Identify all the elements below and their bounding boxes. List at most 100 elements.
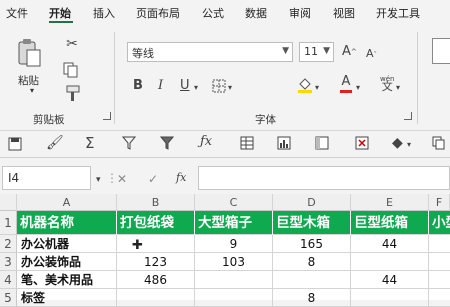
decrease-font-size-icon[interactable]: Aˇ bbox=[366, 47, 377, 62]
delete-icon[interactable] bbox=[355, 136, 369, 153]
function-icon[interactable]: ƒx bbox=[200, 135, 212, 149]
column-header-b[interactable]: B bbox=[117, 194, 195, 211]
table-cell[interactable] bbox=[429, 253, 450, 271]
fill-color-dropdown-icon[interactable]: ▾ bbox=[315, 81, 319, 95]
chevron-down-icon: ▼ bbox=[282, 46, 289, 56]
font-name-select[interactable]: 等线 ▼ bbox=[127, 42, 293, 62]
tab-view[interactable]: 视图 bbox=[333, 5, 355, 21]
font-color-dropdown-icon[interactable]: ▾ bbox=[356, 81, 360, 95]
italic-icon[interactable]: I bbox=[158, 79, 163, 93]
column-header-a[interactable]: A bbox=[17, 194, 117, 211]
tab-formulas[interactable]: 公式 bbox=[202, 5, 224, 21]
active-tab-indicator bbox=[49, 21, 73, 23]
fill-color-icon[interactable] bbox=[297, 76, 313, 97]
table-cell[interactable] bbox=[195, 271, 273, 289]
font-size-select[interactable]: 11 ▼ bbox=[299, 42, 334, 62]
autosum-icon[interactable]: Σ bbox=[85, 136, 94, 151]
table-cell[interactable] bbox=[429, 289, 450, 307]
table-cell[interactable]: 44 bbox=[351, 235, 429, 253]
alignment-icon[interactable] bbox=[432, 38, 450, 64]
column-header-f[interactable]: F bbox=[429, 194, 450, 211]
table-cell[interactable] bbox=[351, 289, 429, 307]
phonetic-dropdown-icon[interactable]: ▾ bbox=[396, 81, 400, 95]
bold-icon[interactable]: B bbox=[133, 79, 143, 93]
column-header-d[interactable]: D bbox=[273, 194, 351, 211]
table-cell[interactable]: 标签 bbox=[17, 289, 117, 307]
filter-icon[interactable] bbox=[121, 136, 137, 153]
tab-data[interactable]: 数据 bbox=[245, 5, 267, 21]
tab-page-layout[interactable]: 页面布局 bbox=[136, 5, 180, 21]
select-all-corner[interactable] bbox=[0, 194, 17, 211]
table-header-cell[interactable]: 巨型木箱 bbox=[273, 211, 351, 235]
paste-dropdown-icon[interactable]: ▾ bbox=[30, 86, 34, 95]
phonetic-guide-icon[interactable]: wén 文 bbox=[380, 75, 394, 92]
format-painter-icon[interactable] bbox=[62, 85, 82, 106]
save-icon[interactable] bbox=[8, 137, 22, 154]
name-box-value: I4 bbox=[8, 171, 20, 185]
tab-developer[interactable]: 开发工具 bbox=[376, 5, 420, 21]
name-box[interactable]: I4 bbox=[2, 166, 91, 190]
table-header-cell[interactable]: 机器名称 bbox=[17, 211, 117, 235]
paste-label[interactable]: 粘贴 bbox=[18, 73, 39, 88]
underline-dropdown-icon[interactable]: ▾ bbox=[194, 81, 198, 95]
table-cell[interactable]: 办公机器 bbox=[17, 235, 117, 253]
row-header-2[interactable]: 2 bbox=[0, 235, 17, 253]
table-header-cell[interactable]: 大型箱子 bbox=[195, 211, 273, 235]
table-cell[interactable] bbox=[429, 271, 450, 289]
table-cell[interactable] bbox=[195, 289, 273, 307]
table-cell[interactable] bbox=[117, 289, 195, 307]
tab-file[interactable]: 文件 bbox=[6, 5, 28, 21]
increase-font-size-icon[interactable]: A^ bbox=[342, 45, 357, 59]
eraser-icon[interactable]: ◆ bbox=[392, 136, 403, 150]
font-color-icon[interactable]: A bbox=[340, 75, 352, 93]
copy-icon[interactable] bbox=[62, 62, 82, 81]
eraser-dropdown-icon[interactable]: ▾ bbox=[407, 138, 411, 152]
table-cell[interactable]: 9 bbox=[195, 235, 273, 253]
brush-icon[interactable]: 🖌 bbox=[46, 136, 64, 150]
table-cell[interactable]: 笔、美术用品 bbox=[17, 271, 117, 289]
tab-review[interactable]: 审阅 bbox=[289, 5, 311, 21]
underline-icon[interactable]: U bbox=[180, 79, 190, 93]
table-cell[interactable]: 123 bbox=[117, 253, 195, 271]
cancel-icon[interactable]: ✕ bbox=[117, 172, 127, 186]
column-header-e[interactable]: E bbox=[351, 194, 429, 211]
table-cell[interactable]: 103 bbox=[195, 253, 273, 271]
font-launcher-icon[interactable] bbox=[404, 112, 412, 120]
chart-icon[interactable] bbox=[277, 136, 291, 153]
filter-funnel-icon[interactable] bbox=[159, 136, 175, 153]
table-cell[interactable]: 8 bbox=[273, 289, 351, 307]
table-cell[interactable]: 8 bbox=[273, 253, 351, 271]
pivot-icon[interactable] bbox=[315, 136, 329, 153]
paste-icon[interactable] bbox=[16, 38, 42, 68]
row-header-1[interactable]: 1 bbox=[0, 211, 17, 235]
borders-icon[interactable] bbox=[212, 79, 226, 96]
name-box-dropdown-icon[interactable]: ▾ bbox=[96, 173, 101, 187]
worksheet-grid: A B C D E F 1 2 3 4 5 机器名称 打包纸袋 大型箱子 巨型木… bbox=[0, 194, 450, 307]
table-header-cell[interactable]: 小型 bbox=[429, 211, 450, 235]
table-cell[interactable]: 486 bbox=[117, 271, 195, 289]
table-cell[interactable] bbox=[351, 253, 429, 271]
table-cell[interactable] bbox=[117, 235, 195, 253]
cut-icon[interactable]: ✂ bbox=[64, 37, 80, 51]
table-cell[interactable]: 165 bbox=[273, 235, 351, 253]
column-header-c[interactable]: C bbox=[195, 194, 273, 211]
enter-icon[interactable]: ✓ bbox=[148, 172, 158, 186]
row-header-3[interactable]: 3 bbox=[0, 253, 17, 271]
row-header-5[interactable]: 5 bbox=[0, 289, 17, 307]
table-icon[interactable] bbox=[240, 136, 254, 153]
clipboard-group-label: 剪贴板 bbox=[33, 114, 65, 126]
table-cell[interactable] bbox=[273, 271, 351, 289]
copy-icon[interactable] bbox=[432, 136, 446, 153]
table-header-cell[interactable]: 打包纸袋 bbox=[117, 211, 195, 235]
table-cell[interactable] bbox=[429, 235, 450, 253]
row-header-4[interactable]: 4 bbox=[0, 271, 17, 289]
insert-function-icon[interactable]: fx bbox=[176, 171, 186, 185]
clipboard-launcher-icon[interactable] bbox=[103, 112, 111, 120]
borders-dropdown-icon[interactable]: ▾ bbox=[228, 81, 232, 95]
table-header-cell[interactable]: 巨型纸箱 bbox=[351, 211, 429, 235]
tab-insert[interactable]: 插入 bbox=[93, 5, 115, 21]
tab-home[interactable]: 开始 bbox=[49, 5, 71, 21]
table-cell[interactable]: 44 bbox=[351, 271, 429, 289]
formula-input[interactable] bbox=[198, 166, 450, 190]
table-cell[interactable]: 办公装饰品 bbox=[17, 253, 117, 271]
